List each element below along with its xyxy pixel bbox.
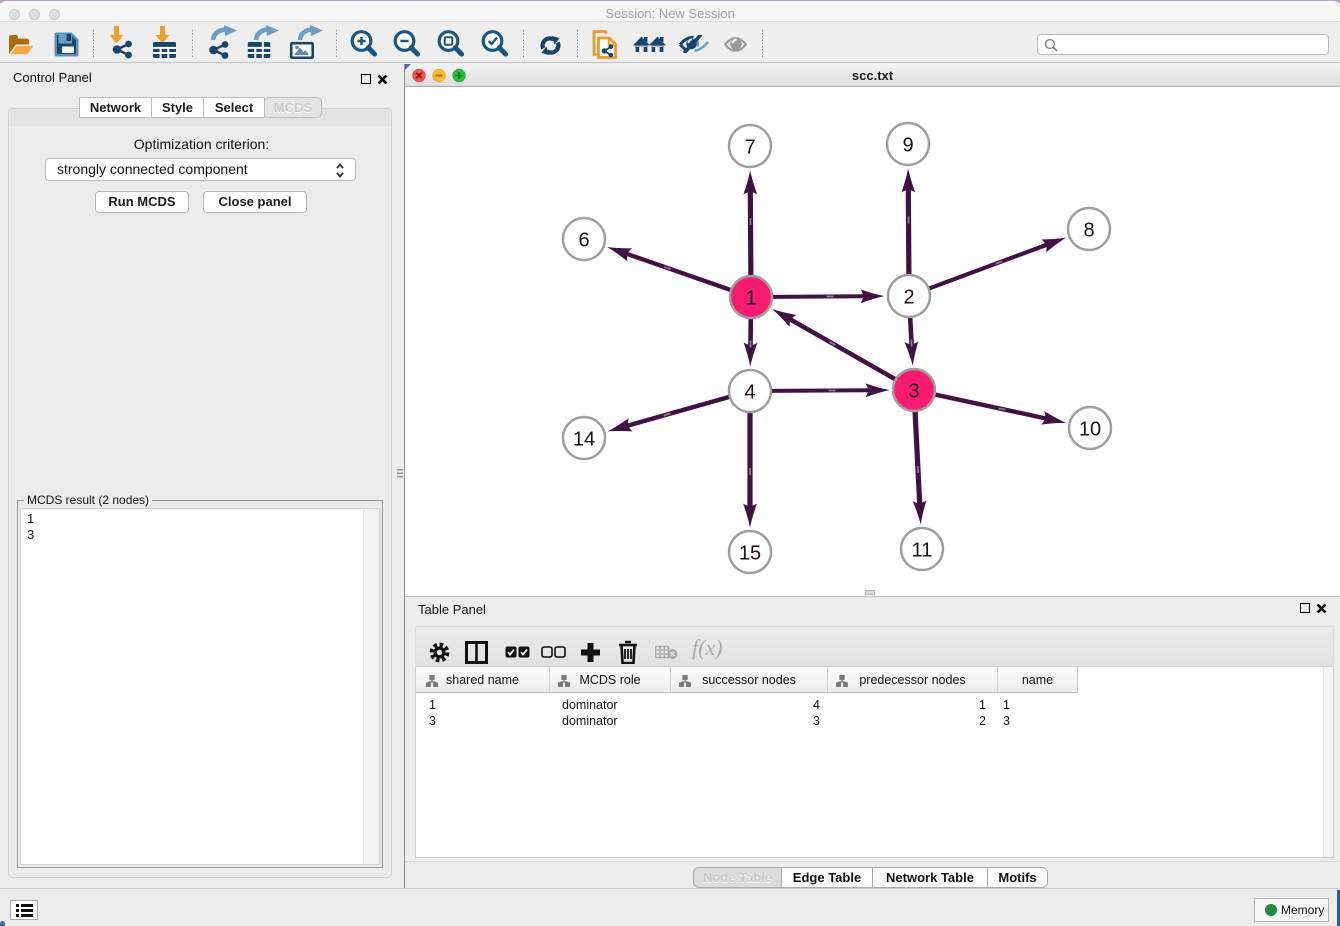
svg-text:15: 15	[739, 543, 761, 565]
svg-text:11: 11	[912, 540, 933, 562]
svg-text:2: 2	[903, 287, 914, 309]
svg-text:14: 14	[573, 429, 595, 451]
svg-text:4: 4	[744, 382, 755, 404]
svg-text:6: 6	[578, 230, 589, 252]
svg-text:1: 1	[745, 288, 756, 310]
svg-text:3: 3	[908, 381, 919, 403]
svg-text:7: 7	[744, 137, 755, 159]
svg-text:10: 10	[1079, 419, 1101, 441]
svg-text:9: 9	[902, 135, 913, 157]
svg-text:8: 8	[1083, 220, 1094, 242]
